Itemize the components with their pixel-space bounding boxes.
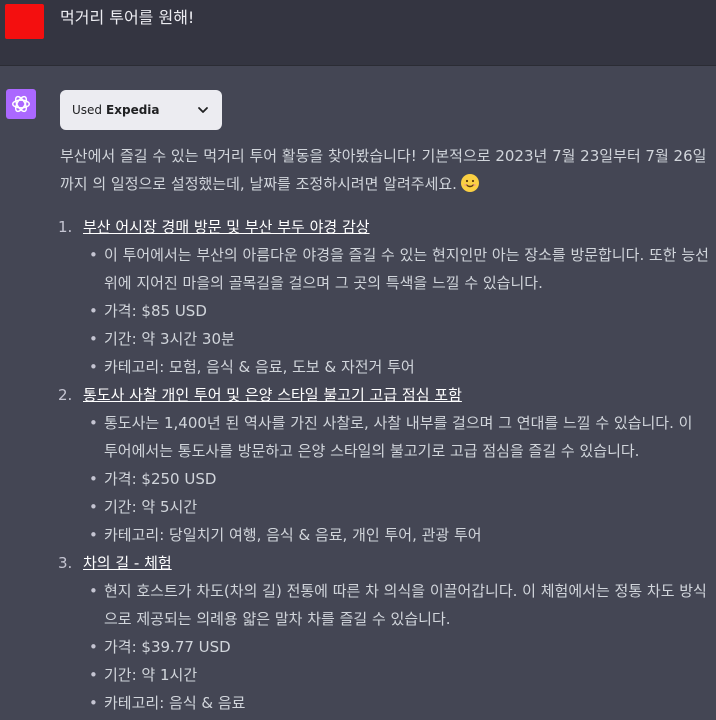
tour-duration: 기간: 약 1시간 (83, 661, 710, 689)
tour-number: 2. (58, 386, 73, 404)
tour-title-link[interactable]: 차의 길 - 체험 (83, 554, 172, 572)
tour-category: 카테고리: 음식 & 음료 (83, 689, 710, 717)
intro-paragraph: 부산에서 즐길 수 있는 먹거리 투어 활동을 찾아봤습니다! 기본적으로 20… (60, 142, 710, 198)
user-message-row: 먹거리 투어를 원해! (0, 0, 716, 66)
openai-logo-icon (6, 89, 36, 119)
tour-list: 1. 부산 어시장 경매 방문 및 부산 부두 야경 감상 이 투어에서는 부산… (58, 213, 710, 717)
tour-price: 가격: $39.77 USD (83, 633, 710, 661)
tour-item: 3. 차의 길 - 체험 현지 호스트가 차도(차의 길) 전통에 따른 차 의… (58, 549, 710, 717)
tour-title-link[interactable]: 통도사 사찰 개인 투어 및 은양 스타일 불고기 고급 점심 포함 (83, 386, 462, 404)
tour-title-link[interactable]: 부산 어시장 경매 방문 및 부산 부두 야경 감상 (83, 218, 370, 236)
tour-number: 1. (58, 218, 73, 236)
tour-item: 1. 부산 어시장 경매 방문 및 부산 부두 야경 감상 이 투어에서는 부산… (58, 213, 710, 381)
tour-price: 가격: $85 USD (83, 297, 710, 325)
assistant-response: 부산에서 즐길 수 있는 먹거리 투어 활동을 찾아봤습니다! 기본적으로 20… (58, 142, 710, 717)
plugin-name: Expedia (106, 103, 160, 117)
tour-details: 통도사는 1,400년 된 역사를 가진 사찰로, 사찰 내부를 걸으며 그 연… (83, 409, 710, 549)
tour-duration: 기간: 약 3시간 30분 (83, 325, 710, 353)
tour-description: 이 투어에서는 부산의 아름다운 야경을 즐길 수 있는 현지인만 아는 장소를… (83, 241, 710, 297)
plugin-used-label: Used (72, 103, 103, 117)
user-message-text: 먹거리 투어를 원해! (60, 8, 195, 27)
smiling-face-emoji-icon (460, 174, 479, 192)
chevron-down-icon (196, 103, 210, 120)
tour-duration: 기간: 약 5시간 (83, 493, 710, 521)
tour-details: 이 투어에서는 부산의 아름다운 야경을 즐길 수 있는 현지인만 아는 장소를… (83, 241, 710, 381)
tour-description: 현지 호스트가 차도(차의 길) 전통에 따른 차 의식을 이끌어갑니다. 이 … (83, 577, 710, 633)
tour-item: 2. 통도사 사찰 개인 투어 및 은양 스타일 불고기 고급 점심 포함 통도… (58, 381, 710, 549)
plugin-used-button[interactable]: Used Expedia (60, 90, 222, 130)
tour-category: 카테고리: 당일치기 여행, 음식 & 음료, 개인 투어, 관광 투어 (83, 521, 710, 549)
tour-price: 가격: $250 USD (83, 465, 710, 493)
intro-text: 부산에서 즐길 수 있는 먹거리 투어 활동을 찾아봤습니다! 기본적으로 20… (60, 147, 707, 193)
user-avatar (5, 4, 44, 39)
tour-details: 현지 호스트가 차도(차의 길) 전통에 따른 차 의식을 이끌어갑니다. 이 … (83, 577, 710, 717)
tour-category: 카테고리: 모험, 음식 & 음료, 도보 & 자전거 투어 (83, 353, 710, 381)
tour-description: 통도사는 1,400년 된 역사를 가진 사찰로, 사찰 내부를 걸으며 그 연… (83, 409, 710, 465)
tour-number: 3. (58, 554, 73, 572)
